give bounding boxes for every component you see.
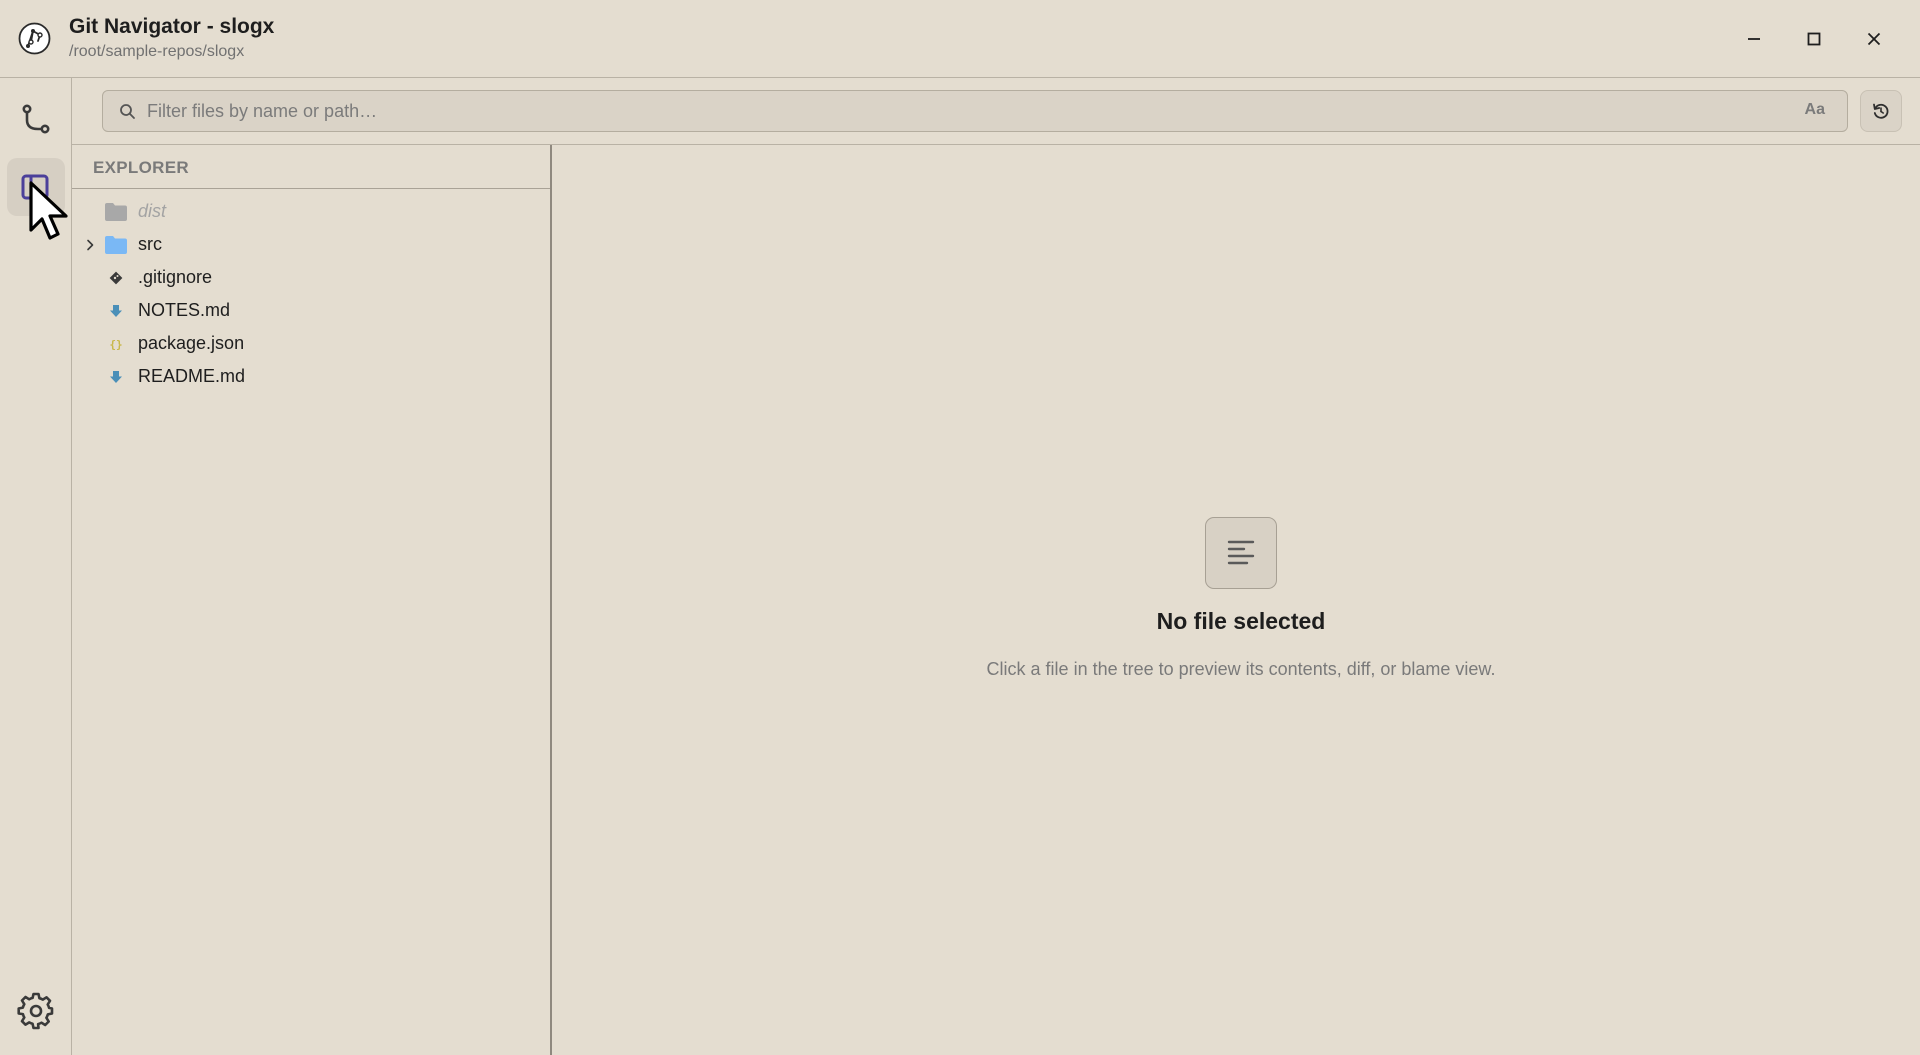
activity-bar xyxy=(0,78,72,1055)
explorer-panel: EXPLORER dist src .gitignore NOTES.md {}… xyxy=(72,145,552,1055)
app-window: Git Navigator - slogx /root/sample-repos… xyxy=(0,0,1920,1055)
folder-icon xyxy=(104,234,128,256)
tree-item-gitignore[interactable]: .gitignore xyxy=(72,261,550,294)
tree-item-label: .gitignore xyxy=(138,267,213,287)
git-file-icon xyxy=(104,267,128,289)
git-branch-icon xyxy=(22,104,50,134)
empty-state-title: No file selected xyxy=(1156,608,1326,634)
tree-item-label: dist xyxy=(138,201,167,221)
filter-input[interactable] xyxy=(147,91,1767,131)
json-file-icon: {} xyxy=(104,333,128,355)
tree-item-dist[interactable]: dist xyxy=(72,195,550,228)
tree-item-notes-md[interactable]: NOTES.md xyxy=(72,294,550,327)
refresh-button[interactable] xyxy=(1860,90,1902,132)
match-case-toggle[interactable]: Aa xyxy=(1805,101,1825,119)
tree-item-package-json[interactable]: {} package.json xyxy=(72,327,550,360)
chevron-right-icon[interactable] xyxy=(84,239,96,251)
repo-path: /root/sample-repos/slogx xyxy=(69,43,245,60)
filter-bar: Aa xyxy=(72,78,1920,145)
file-tree: dist src .gitignore NOTES.md {} package.… xyxy=(72,189,550,393)
minimize-button[interactable] xyxy=(1734,19,1774,59)
preview-panel: No file selected Click a file in the tre… xyxy=(553,145,1920,1055)
minimize-icon xyxy=(1748,38,1760,40)
tree-item-label: package.json xyxy=(138,333,245,353)
explorer-icon xyxy=(21,174,49,200)
search-icon xyxy=(120,104,135,119)
app-logo-icon xyxy=(18,22,51,55)
markdown-file-icon xyxy=(104,366,128,388)
maximize-icon xyxy=(1807,32,1821,46)
tree-item-src[interactable]: src xyxy=(72,228,550,261)
close-button[interactable] xyxy=(1854,19,1894,59)
gear-icon xyxy=(17,992,54,1030)
markdown-file-icon xyxy=(104,300,128,322)
title-bar: Git Navigator - slogx /root/sample-repos… xyxy=(0,0,1920,78)
close-icon xyxy=(1867,32,1881,46)
filter-field[interactable]: Aa xyxy=(102,90,1848,132)
tree-item-label: README.md xyxy=(138,366,246,386)
empty-state-subtitle: Click a file in the tree to preview its … xyxy=(986,659,1496,679)
refresh-icon xyxy=(1873,103,1889,119)
activity-explorer-button[interactable] xyxy=(7,158,65,216)
tree-item-label: src xyxy=(138,234,162,254)
window-title: Git Navigator - slogx xyxy=(69,15,275,38)
svg-text:{}: {} xyxy=(109,338,122,351)
document-lines-icon xyxy=(1227,540,1255,565)
tree-item-readme-md[interactable]: README.md xyxy=(72,360,550,393)
activity-settings-button[interactable] xyxy=(7,982,65,1040)
tree-item-label: NOTES.md xyxy=(138,300,231,320)
explorer-header: EXPLORER xyxy=(72,145,550,189)
empty-state-icon-box xyxy=(1205,517,1277,589)
maximize-button[interactable] xyxy=(1794,19,1834,59)
activity-git-button[interactable] xyxy=(7,91,65,149)
folder-icon xyxy=(104,201,128,223)
